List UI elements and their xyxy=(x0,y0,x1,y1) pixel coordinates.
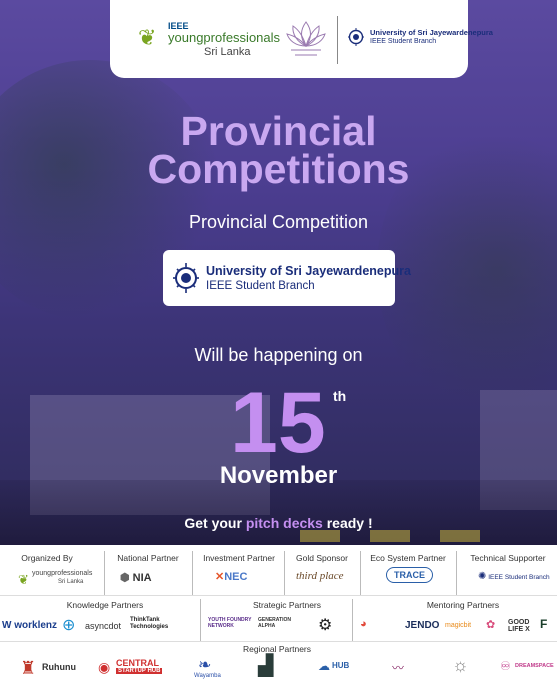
leaf-icon: ❦ xyxy=(138,26,157,51)
column-divider xyxy=(352,599,353,641)
road-stripe xyxy=(370,530,410,542)
nia-logo: ⬢ NIA xyxy=(120,572,152,584)
partner-f-icon: F xyxy=(540,617,548,631)
ecosystem-partner-label: Eco System Partner xyxy=(370,553,446,563)
hub-logo: HUB xyxy=(332,661,350,670)
organized-by-label: Organized By xyxy=(21,553,73,563)
pitch-suffix: ready ! xyxy=(322,515,373,531)
dreamspace-icon: ♾ xyxy=(500,659,511,673)
country-label: Sri Lanka xyxy=(204,46,251,58)
usj-crest-icon xyxy=(173,263,199,293)
leaf-icon: ❦ xyxy=(18,572,29,587)
central-hub-icon: ◉ xyxy=(98,659,111,675)
nia-mark-icon: ⬢ xyxy=(120,572,130,584)
nec-x-icon: ✕ xyxy=(215,571,225,583)
trace-logo: TRACE xyxy=(386,567,433,583)
ieee-yp-logo: ❦ IEEE youngprofessionals Sri Lanka xyxy=(138,20,280,60)
globe-partner-icon: ⊕ xyxy=(62,617,76,634)
event-day: 15 xyxy=(230,375,326,471)
pitch-highlight: pitch decks xyxy=(245,515,323,531)
strategic-partners-label: Strategic Partners xyxy=(252,600,322,610)
road-stripe xyxy=(300,530,340,542)
hub-cloud-icon: ☁ xyxy=(318,659,330,673)
technical-supporter-label: Technical Supporter xyxy=(470,553,546,563)
happening-text: Will be happening on xyxy=(194,345,363,365)
dreamspace-logo: DREAMSPACE xyxy=(515,663,554,669)
generation-alpha-logo: GENERATION ALPHA xyxy=(258,617,291,629)
column-divider xyxy=(360,551,361,595)
innovation-hub-icon: 〰 xyxy=(392,661,405,675)
magicbit-logo: magicbit xyxy=(445,622,472,629)
wayamba-logo: Wayamba xyxy=(194,673,221,679)
ruhunu-logo: Ruhunu xyxy=(42,662,76,672)
thinktank-logo: ThinkTank Technologies xyxy=(130,617,169,630)
mentoring-partner-icon: ◕ xyxy=(360,618,367,630)
building-icon: ▟ xyxy=(258,655,274,677)
mentor-bird-icon: ✿ xyxy=(486,619,496,631)
worklenz-logo: W worklenz xyxy=(2,620,58,631)
partners-section: Organized By National Partner Investment… xyxy=(0,545,557,686)
day-suffix: th xyxy=(333,388,347,404)
usj-crest-icon xyxy=(348,28,364,46)
row-divider xyxy=(0,641,557,642)
title-line-2: Competitions xyxy=(147,146,410,192)
usj-crest-icon: ✺ xyxy=(478,571,487,582)
card-branch: IEEE Student Branch xyxy=(206,280,315,292)
pitch-prefix: Get your xyxy=(184,515,246,531)
gear-partner-icon: ⚙ xyxy=(318,617,333,634)
central-startup-hub-logo: CENTRAL STARTUP HUB xyxy=(116,658,163,674)
header-divider xyxy=(337,16,338,64)
asyncdot-logo: asyncdot xyxy=(85,621,122,631)
investment-partner-label: Investment Partner xyxy=(203,553,275,563)
row-divider xyxy=(0,595,557,596)
column-divider xyxy=(456,551,457,595)
event-month: November xyxy=(219,462,338,489)
header-logo-bar: ❦ IEEE youngprofessionals Sri Lanka Univ… xyxy=(110,0,493,78)
gold-sponsor-label: Gold Sponsor xyxy=(296,553,348,563)
usj-technical-logo: ✺ IEEE Student Branch xyxy=(478,571,550,582)
wayamba-icon: ❧ xyxy=(198,657,212,674)
ruhunu-tower-icon: ♜ xyxy=(20,658,37,678)
usj-name: University of Sri Jayewardenepura xyxy=(370,28,493,37)
worklenz-w-icon: W xyxy=(2,620,12,631)
youth-foundry-logo: YOUTH FOUNDRY NETWORK xyxy=(208,617,252,629)
subtitle: Provincial Competition xyxy=(188,212,369,232)
road-stripe xyxy=(440,530,480,542)
usj-sb-logo: University of Sri Jayewardenepura IEEE S… xyxy=(348,28,493,58)
knowledge-partners-label: Knowledge Partners xyxy=(66,600,144,610)
regional-partners-label: Regional Partners xyxy=(242,644,312,654)
pitch-callout: Get your pitch decks ready ! xyxy=(0,515,557,531)
mentoring-partners-label: Mentoring Partners xyxy=(426,600,500,610)
card-university: University of Sri Jayewardenepura xyxy=(206,264,411,278)
column-divider xyxy=(200,599,201,641)
column-divider xyxy=(104,551,105,595)
usj-branch: IEEE Student Branch xyxy=(370,38,437,45)
national-partner-label: National Partner xyxy=(117,553,179,563)
column-divider xyxy=(284,551,285,595)
nec-logo: ✕NEC xyxy=(215,571,248,583)
jendo-logo: JENDO xyxy=(405,620,440,631)
usj-card: University of Sri Jayewardenepura IEEE S… xyxy=(163,250,411,306)
third-place-logo: third place xyxy=(296,570,344,582)
column-divider xyxy=(192,551,193,595)
lightbulb-icon: ☼ xyxy=(452,655,469,675)
lotus-emblem-icon xyxy=(286,21,326,56)
yp-label: youngprofessionals xyxy=(168,30,281,45)
goodlife-logo: GOOD LIFE X xyxy=(508,619,530,633)
